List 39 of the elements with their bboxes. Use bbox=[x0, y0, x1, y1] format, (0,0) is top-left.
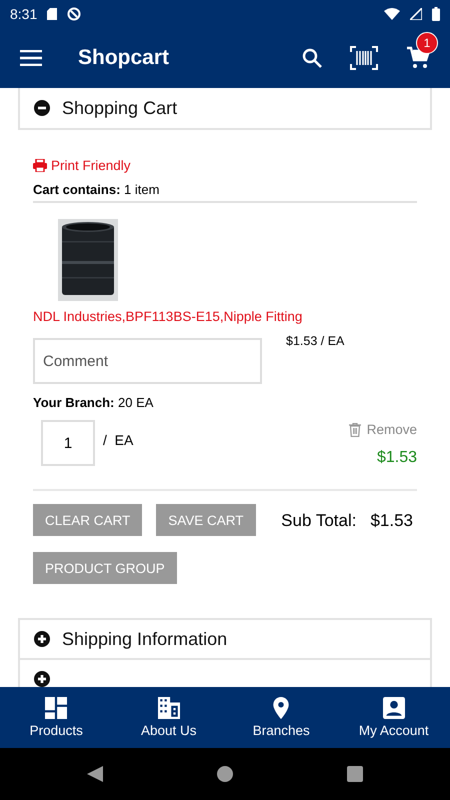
cart-icon[interactable] bbox=[406, 46, 430, 70]
unit-label: / EA bbox=[103, 432, 134, 448]
remove-link[interactable]: Remove bbox=[348, 422, 417, 437]
unit-price: $1.53 / EA bbox=[286, 334, 344, 348]
home-icon[interactable] bbox=[217, 766, 233, 782]
wifi-icon bbox=[384, 8, 400, 20]
barcode-scan-icon[interactable] bbox=[350, 46, 378, 70]
app-title: Shopcart bbox=[78, 46, 170, 70]
account-icon bbox=[382, 697, 405, 719]
nav-tab[interactable]: Branches bbox=[225, 687, 338, 748]
comment-field[interactable]: Comment bbox=[33, 338, 262, 384]
battery-icon bbox=[432, 7, 440, 21]
nav-tab[interactable]: My Account bbox=[338, 687, 450, 748]
trash-icon bbox=[348, 422, 361, 436]
branch-stock-text: Your Branch: 20 EA bbox=[33, 395, 154, 410]
section-header[interactable]: Shopping Cart bbox=[18, 88, 432, 130]
cart-count-badge: 1 bbox=[416, 32, 438, 54]
grid-icon bbox=[45, 697, 68, 719]
search-icon[interactable] bbox=[302, 48, 322, 68]
quantity-field[interactable]: 1 bbox=[41, 420, 95, 466]
line-total: $1.53 bbox=[376, 449, 417, 467]
status-time: 8:31 bbox=[10, 6, 38, 22]
section-header[interactable]: Shipping Information bbox=[18, 618, 432, 660]
section-title: Shopping Cart bbox=[62, 98, 178, 118]
cart-count-text: Cart contains: 1 item bbox=[33, 182, 417, 203]
data-saver-icon bbox=[67, 7, 82, 21]
nav-tab[interactable]: Products bbox=[0, 687, 112, 748]
back-icon[interactable] bbox=[87, 766, 103, 782]
subtotal-value: $1.53 bbox=[370, 511, 413, 531]
signal-icon bbox=[410, 8, 422, 20]
printer-icon bbox=[33, 159, 47, 172]
section-title: Shipping Information bbox=[62, 628, 228, 650]
subtotal-label: Sub Total: bbox=[281, 511, 356, 531]
print-friendly-link[interactable]: Print Friendly bbox=[33, 158, 131, 173]
nav-tab[interactable]: About Us bbox=[112, 687, 225, 748]
building-icon bbox=[158, 697, 180, 719]
product-name-link[interactable]: NDL Industries,BPF113BS-E15,Nipple Fitting bbox=[33, 309, 302, 324]
menu-icon[interactable] bbox=[20, 50, 42, 66]
sd-card-icon bbox=[47, 8, 58, 20]
